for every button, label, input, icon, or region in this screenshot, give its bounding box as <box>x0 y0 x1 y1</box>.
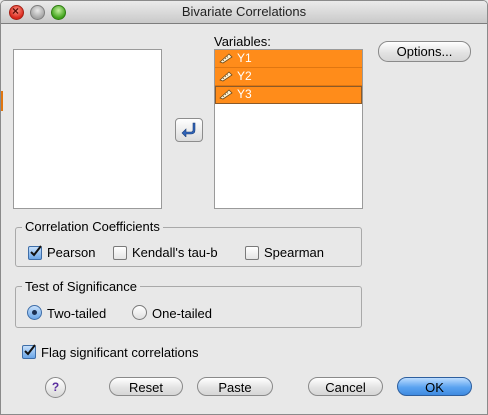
one-tailed-label: One-tailed <box>152 306 212 321</box>
variable-name: Y2 <box>237 69 252 83</box>
variable-item-y3[interactable]: Y3 <box>215 86 362 104</box>
spearman-checkbox[interactable] <box>245 246 259 260</box>
scale-ruler-icon <box>219 71 233 82</box>
move-variable-button[interactable] <box>175 118 203 142</box>
one-tailed-radio[interactable] <box>132 305 147 320</box>
pearson-label: Pearson <box>47 245 96 260</box>
flag-significant-label: Flag significant correlations <box>41 345 199 360</box>
spearman-label: Spearman <box>264 245 324 260</box>
bivariate-correlations-dialog: × Bivariate Correlations Variables: Y1 Y… <box>0 0 488 415</box>
options-button[interactable]: Options... <box>378 41 471 62</box>
title-bar[interactable]: × Bivariate Correlations <box>1 1 487 24</box>
arrow-left-icon <box>181 122 196 137</box>
variable-item-y2[interactable]: Y2 <box>215 68 362 86</box>
source-variable-list[interactable] <box>13 49 162 209</box>
test-of-significance-title: Test of Significance <box>22 279 141 294</box>
checkmark-icon <box>30 245 42 257</box>
kendall-label: Kendall's tau-b <box>132 245 218 260</box>
background-window-edge <box>1 91 3 111</box>
kendall-checkbox[interactable] <box>113 246 127 260</box>
correlation-coefficients-title: Correlation Coefficients <box>22 219 163 234</box>
variable-name: Y1 <box>237 51 252 65</box>
variables-list[interactable]: Y1 Y2 Y3 <box>214 49 363 209</box>
scale-ruler-icon <box>219 89 233 100</box>
variable-item-y1[interactable]: Y1 <box>215 50 362 68</box>
two-tailed-radio[interactable] <box>27 305 42 320</box>
flag-significant-checkbox[interactable] <box>22 344 36 359</box>
cancel-button[interactable]: Cancel <box>308 377 383 396</box>
window-title: Bivariate Correlations <box>181 4 307 19</box>
help-button[interactable]: ? <box>45 377 66 398</box>
two-tailed-label: Two-tailed <box>47 306 107 321</box>
variable-name: Y3 <box>237 87 252 101</box>
scale-ruler-icon <box>219 53 233 64</box>
reset-button[interactable]: Reset <box>109 377 183 396</box>
pearson-checkbox[interactable] <box>28 245 42 260</box>
checkmark-icon <box>24 344 36 356</box>
ok-button[interactable]: OK <box>397 377 472 396</box>
paste-button[interactable]: Paste <box>197 377 273 396</box>
radio-dot <box>32 310 37 315</box>
variables-label: Variables: <box>214 34 271 49</box>
